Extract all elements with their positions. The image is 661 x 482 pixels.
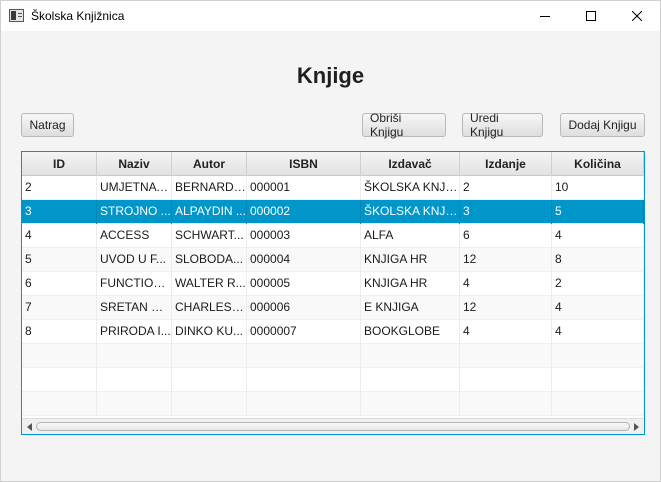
cell-autor: BERNARD ... <box>172 176 247 200</box>
title-bar[interactable]: Školska Knjižnica <box>1 1 660 31</box>
cell-izdanje: 6 <box>460 224 552 248</box>
close-button[interactable] <box>614 1 660 31</box>
column-header-autor[interactable]: Autor <box>172 152 247 176</box>
cell-izdavac: BOOKGLOBE <box>361 320 460 344</box>
cell-naziv: FUNCTION... <box>97 272 172 296</box>
cell-autor: WALTER R... <box>172 272 247 296</box>
cell-id: 5 <box>22 248 97 272</box>
cell-isbn: 0000007 <box>247 320 361 344</box>
cell-izdavac: ŠKOLSKA KNJIGA <box>361 200 460 224</box>
cell-id: 8 <box>22 320 97 344</box>
cell-autor: DINKO KU... <box>172 320 247 344</box>
cell-kolicina: 4 <box>552 224 644 248</box>
delete-book-button[interactable]: Obriši Knjigu <box>362 111 446 139</box>
maximize-icon <box>586 11 596 21</box>
scroll-right-icon[interactable] <box>631 422 641 432</box>
cell-id: 6 <box>22 272 97 296</box>
cell-naziv: UVOD U F... <box>97 248 172 272</box>
cell-izdavac: E KNJIGA <box>361 296 460 320</box>
table-row[interactable]: 2 UMJETNA I... BERNARD ... 000001 ŠKOLSK… <box>22 176 644 200</box>
empty-table-row <box>22 368 644 392</box>
cell-autor: SCHWART... <box>172 224 247 248</box>
column-header-isbn[interactable]: ISBN <box>247 152 361 176</box>
table-header: ID Naziv Autor ISBN Izdavač Izdanje Koli… <box>22 152 644 176</box>
cell-izdanje: 2 <box>460 176 552 200</box>
add-book-button[interactable]: Dodaj Knjigu <box>560 113 645 137</box>
column-header-naziv[interactable]: Naziv <box>97 152 172 176</box>
cell-izdavac: KNJIGA HR <box>361 272 460 296</box>
app-window-icon <box>9 9 24 22</box>
horizontal-scrollbar[interactable] <box>22 418 644 434</box>
page-title: Knjige <box>296 63 365 88</box>
cell-autor: ALPAYDIN ... <box>172 200 247 224</box>
empty-table-row <box>22 344 644 368</box>
table-row[interactable]: 8 PRIRODA I... DINKO KU... 0000007 BOOKG… <box>22 320 644 344</box>
cell-kolicina: 10 <box>552 176 644 200</box>
cell-kolicina: 5 <box>552 200 644 224</box>
column-header-kolicina[interactable]: Količina <box>552 152 644 176</box>
cell-isbn: 000005 <box>247 272 361 296</box>
cell-id: 7 <box>22 296 97 320</box>
cell-isbn: 000004 <box>247 248 361 272</box>
cell-kolicina: 4 <box>552 320 644 344</box>
cell-izdavac: ALFA <box>361 224 460 248</box>
cell-izdanje: 12 <box>460 296 552 320</box>
cell-autor: CHARLES B... <box>172 296 247 320</box>
cell-izdavac: KNJIGA HR <box>361 248 460 272</box>
table-row[interactable]: 4 ACCESS SCHWART... 000003 ALFA 6 4 <box>22 224 644 248</box>
column-header-id[interactable]: ID <box>22 152 97 176</box>
table-row[interactable]: 5 UVOD U F... SLOBODA... 000004 KNJIGA H… <box>22 248 644 272</box>
table-row-selected[interactable]: 3 STROJNO ... ALPAYDIN ... 000002 ŠKOLSK… <box>22 200 644 224</box>
cell-isbn: 000002 <box>247 200 361 224</box>
cell-isbn: 000006 <box>247 296 361 320</box>
cell-id: 3 <box>22 200 97 224</box>
cell-naziv: UMJETNA I... <box>97 176 172 200</box>
edit-book-button[interactable]: Uredi Knjigu <box>462 111 543 139</box>
scroll-left-icon[interactable] <box>25 422 35 432</box>
app-window: Školska Knjižnica Knjige Natrag Obriši K… <box>0 0 661 482</box>
books-table[interactable]: ID Naziv Autor ISBN Izdavač Izdanje Koli… <box>21 151 645 435</box>
column-header-izdanje[interactable]: Izdanje <box>460 152 552 176</box>
cell-izdavac: ŠKOLSKA KNJIGA <box>361 176 460 200</box>
cell-id: 2 <box>22 176 97 200</box>
cell-naziv: SRETAN SL... <box>97 296 172 320</box>
cell-izdanje: 3 <box>460 200 552 224</box>
cell-autor: SLOBODA... <box>172 248 247 272</box>
minimize-button[interactable] <box>522 1 568 31</box>
cell-kolicina: 4 <box>552 296 644 320</box>
maximize-button[interactable] <box>568 1 614 31</box>
back-button[interactable]: Natrag <box>21 113 74 137</box>
cell-izdanje: 4 <box>460 272 552 296</box>
cell-naziv: PRIRODA I... <box>97 320 172 344</box>
table-row[interactable]: 6 FUNCTION... WALTER R... 000005 KNJIGA … <box>22 272 644 296</box>
window-title: Školska Knjižnica <box>31 9 125 23</box>
cell-naziv: ACCESS <box>97 224 172 248</box>
cell-kolicina: 8 <box>552 248 644 272</box>
table-row[interactable]: 7 SRETAN SL... CHARLES B... 000006 E KNJ… <box>22 296 644 320</box>
cell-id: 4 <box>22 224 97 248</box>
column-header-izdavac[interactable]: Izdavač <box>361 152 460 176</box>
cell-izdanje: 12 <box>460 248 552 272</box>
cell-izdanje: 4 <box>460 320 552 344</box>
close-icon <box>632 11 642 21</box>
empty-table-row <box>22 392 644 416</box>
cell-naziv: STROJNO ... <box>97 200 172 224</box>
minimize-icon <box>540 16 550 17</box>
cell-isbn: 000003 <box>247 224 361 248</box>
scrollbar-thumb[interactable] <box>36 422 630 431</box>
cell-kolicina: 2 <box>552 272 644 296</box>
cell-isbn: 000001 <box>247 176 361 200</box>
